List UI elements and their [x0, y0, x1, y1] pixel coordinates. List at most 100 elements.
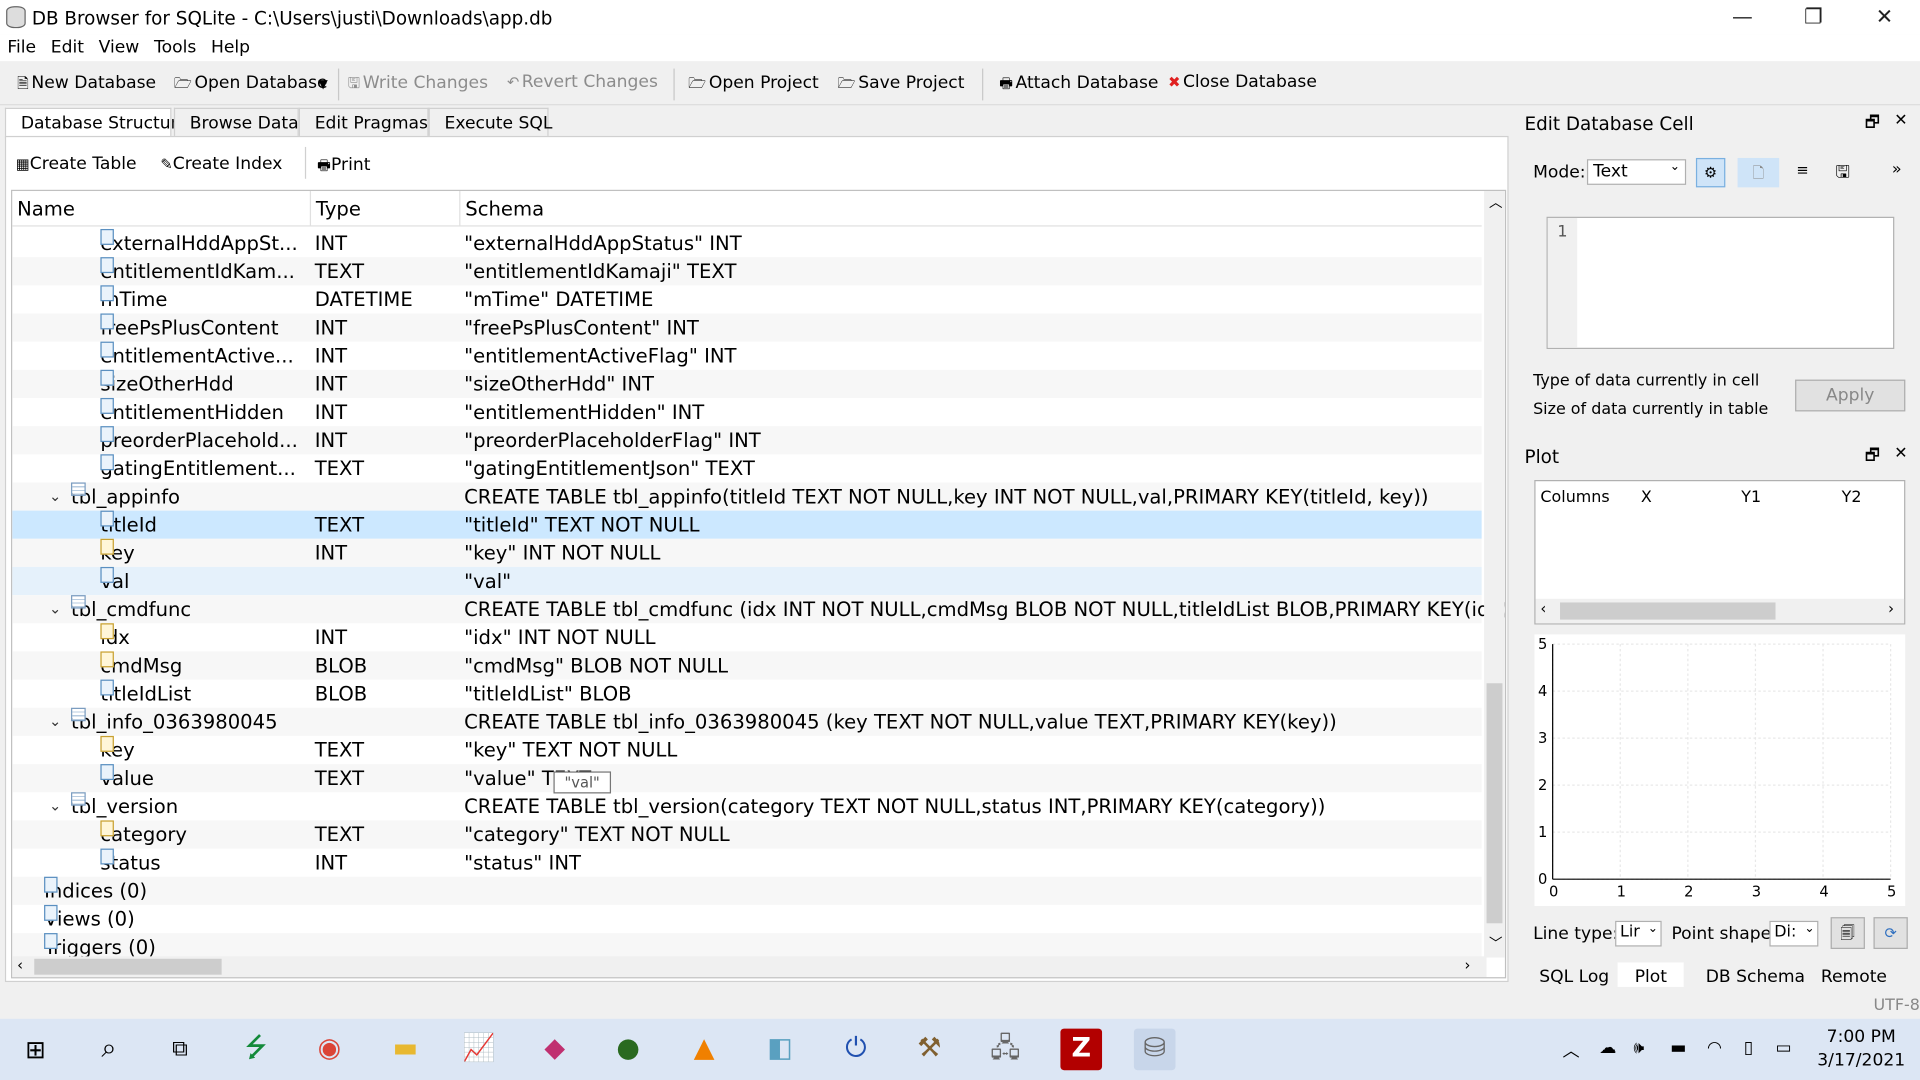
network-app-icon[interactable]: 🖧 — [984, 1029, 1026, 1071]
plot-scroll-right-icon[interactable]: › — [1888, 600, 1894, 617]
horizontal-scroll-thumb[interactable] — [34, 958, 222, 975]
tab-browse-data[interactable]: Browse Data — [173, 107, 299, 138]
tree-row[interactable]: preorderPlacehold... INT "preorderPlacehol… — [12, 426, 1482, 455]
vlc-icon[interactable]: ▲ — [683, 1029, 725, 1071]
import-export-icon[interactable]: 🖫 — [1836, 159, 1851, 188]
plot-close-icon[interactable]: ✕ — [1894, 444, 1907, 462]
float-icon[interactable]: 🗗 — [1865, 111, 1880, 138]
cell-editor[interactable]: 1 — [1546, 216, 1895, 349]
new-database-button[interactable]: 🗎 New Database — [17, 72, 156, 98]
tree-row[interactable]: value TEXT "value" TEXT — [12, 764, 1482, 793]
menu-tools[interactable]: Tools — [147, 36, 204, 58]
expand-chevron-icon[interactable]: ⌄ — [49, 482, 61, 510]
minimize-button[interactable]: — — [1707, 0, 1778, 34]
chrome-icon[interactable]: ◉ — [309, 1029, 351, 1071]
expand-chevron-icon[interactable]: ⌄ — [49, 595, 61, 623]
menu-file[interactable]: File — [0, 36, 43, 58]
tree-row[interactable]: gatingEntitlement... TEXT "gatingEntitleme… — [12, 454, 1481, 482]
tree-row[interactable]: key INT "key" INT NOT NULL — [12, 538, 1482, 567]
search-icon[interactable]: ⌕ — [88, 1029, 130, 1071]
tree-row[interactable]: entitlementActive... INT "entitlementActiv… — [12, 341, 1481, 370]
scroll-right-icon[interactable]: › — [1465, 956, 1471, 973]
tree-row[interactable]: Views (0) — [12, 904, 1481, 933]
more-icon[interactable]: » — [1892, 160, 1902, 178]
tree-row[interactable]: category TEXT "category" TEXT NOT NULL — [12, 820, 1482, 849]
close-panel-icon[interactable]: ✕ — [1894, 111, 1907, 129]
close-window-button[interactable]: ✕ — [1849, 0, 1920, 34]
clock[interactable]: 7:00 PM 3/17/2021 — [1800, 1026, 1920, 1073]
volume-icon[interactable]: 🕪 — [1633, 1038, 1644, 1058]
power-app-icon[interactable]: ⏻ — [835, 1029, 877, 1071]
apply-button[interactable]: Apply — [1795, 379, 1906, 412]
tree-row[interactable]: mTime DATETIME "mTime" DATETIME — [12, 285, 1481, 313]
plot-area[interactable]: 5 4 3 2 1 0 0 1 2 3 4 5 — [1534, 634, 1906, 907]
auto-switch-icon[interactable]: ⚙ — [1695, 157, 1726, 188]
menu-help[interactable]: Help — [204, 36, 258, 58]
attach-database-button[interactable]: 🖶 Attach Database — [999, 72, 1158, 98]
usb-icon[interactable]: ⭍ — [235, 1029, 277, 1071]
header-schema[interactable]: Schema — [460, 191, 1481, 227]
save-plot-icon[interactable]: 🗐 — [1830, 917, 1865, 949]
tree-row[interactable]: status INT "status" INT — [12, 848, 1481, 877]
task-view-icon[interactable]: ⧉ — [159, 1029, 201, 1071]
write-changes-button[interactable]: 🖫 Write Changes — [348, 72, 488, 98]
menu-view[interactable]: View — [91, 36, 146, 58]
globe-app-icon[interactable]: ● — [607, 1029, 649, 1071]
tree-row[interactable]: idx INT "idx" INT NOT NULL — [12, 623, 1481, 651]
horizontal-scrollbar[interactable]: ‹ › — [12, 956, 1487, 978]
wifi-icon[interactable]: ◠ — [1707, 1038, 1722, 1058]
plot-columns-table[interactable]: Columns X Y1 Y2 ‹ › — [1534, 480, 1906, 625]
tree-row[interactable]: ⌄ tbl_info_0363980045 CREATE TABLE tbl_inf… — [12, 707, 1482, 736]
tab-execute-sql[interactable]: Execute SQL — [428, 107, 552, 138]
plot-float-icon[interactable]: 🗗 — [1865, 444, 1880, 471]
plot-hscroll[interactable]: ‹ › — [1535, 598, 1905, 624]
open-db-dropdown-icon[interactable]: ▼ — [318, 78, 327, 91]
plot-hscroll-thumb[interactable] — [1560, 602, 1776, 620]
tree-row[interactable]: freePsPlusContent INT "freePsPlusContent" … — [12, 313, 1482, 342]
tab-database-structure[interactable]: Database Structure — [4, 107, 188, 139]
close-database-button[interactable]: ✖ Close Database — [1168, 72, 1317, 92]
pen-icon[interactable]: ▯ — [1744, 1038, 1753, 1058]
tree-row[interactable]: titleIdList BLOB "titleIdList" BLOB — [12, 679, 1481, 708]
monitor-app-icon[interactable]: 📈 — [458, 1029, 500, 1071]
header-name[interactable]: Name — [12, 191, 312, 227]
vertical-scrollbar[interactable]: ︿ ﹀ — [1484, 191, 1505, 958]
word-wrap-icon[interactable]: 🗋 — [1737, 157, 1780, 188]
tree-row[interactable]: entitlementHidden INT "entitlementHidden" … — [12, 397, 1481, 426]
mode-select[interactable]: Text ⌄ — [1586, 159, 1687, 185]
tree-row[interactable]: entitlementIdKam... TEXT "entitlementIdKam… — [12, 257, 1482, 286]
file-explorer-icon[interactable]: ▬ — [384, 1029, 426, 1071]
tree-row[interactable]: ⌄ tbl_version CREATE TABLE tbl_version(cat… — [12, 792, 1481, 820]
refresh-plot-icon[interactable]: ⟳ — [1873, 917, 1908, 949]
tray-chevron-icon[interactable]: ︿ — [1562, 1038, 1579, 1062]
expand-chevron-icon[interactable]: ⌄ — [49, 792, 61, 820]
expand-chevron-icon[interactable]: ⌄ — [49, 708, 61, 736]
indent-icon[interactable]: ≡ — [1796, 162, 1808, 179]
notes-app-icon[interactable]: ◧ — [759, 1029, 801, 1071]
tree-row[interactable]: ⌄ tbl_cmdfunc CREATE TABLE tbl_cmdfunc (id… — [12, 595, 1505, 624]
vertical-scroll-thumb[interactable] — [1486, 683, 1503, 924]
tab-edit-pragmas[interactable]: Edit Pragmas — [298, 107, 429, 138]
header-type[interactable]: Type — [311, 191, 461, 227]
point-shape-select[interactable]: Di: ⌄ — [1769, 920, 1819, 947]
tree-row[interactable]: titleId TEXT "titleId" TEXT NOT NULL — [12, 510, 1482, 539]
battery-icon[interactable]: ▭ — [1776, 1038, 1792, 1058]
create-index-button[interactable]: ✎Create Index — [160, 154, 282, 174]
filezilla-icon[interactable]: Z — [1060, 1028, 1103, 1071]
schema-tree[interactable]: Name Type Schema externalHddAppSt... INT "… — [11, 189, 1507, 979]
display-icon[interactable]: ▬ — [1670, 1038, 1686, 1058]
tree-row[interactable]: sizeOtherHdd INT "sizeOtherHdd" INT — [12, 369, 1482, 398]
tree-row[interactable]: val "val" — [12, 566, 1482, 596]
open-project-button[interactable]: 🗁 Open Project — [688, 72, 819, 98]
tree-row[interactable]: ⌄ tbl_appinfo CREATE TABLE tbl_appinfo(tit… — [12, 482, 1482, 511]
print-button[interactable]: 🖶Print — [317, 154, 370, 180]
scroll-up-icon[interactable]: ︿ — [1489, 192, 1502, 212]
revert-changes-button[interactable]: ↶ Revert Changes — [507, 72, 658, 92]
scroll-left-icon[interactable]: ‹ — [17, 956, 23, 973]
scroll-down-icon[interactable]: ﹀ — [1489, 933, 1502, 953]
tree-row[interactable]: externalHddAppSt... INT "externalHddAppSta… — [12, 228, 1481, 257]
menu-edit[interactable]: Edit — [43, 36, 91, 58]
tree-row[interactable]: Indices (0) — [12, 876, 1482, 905]
save-project-button[interactable]: 🗁 Save Project — [838, 72, 965, 98]
plot-scroll-left-icon[interactable]: ‹ — [1540, 600, 1546, 617]
